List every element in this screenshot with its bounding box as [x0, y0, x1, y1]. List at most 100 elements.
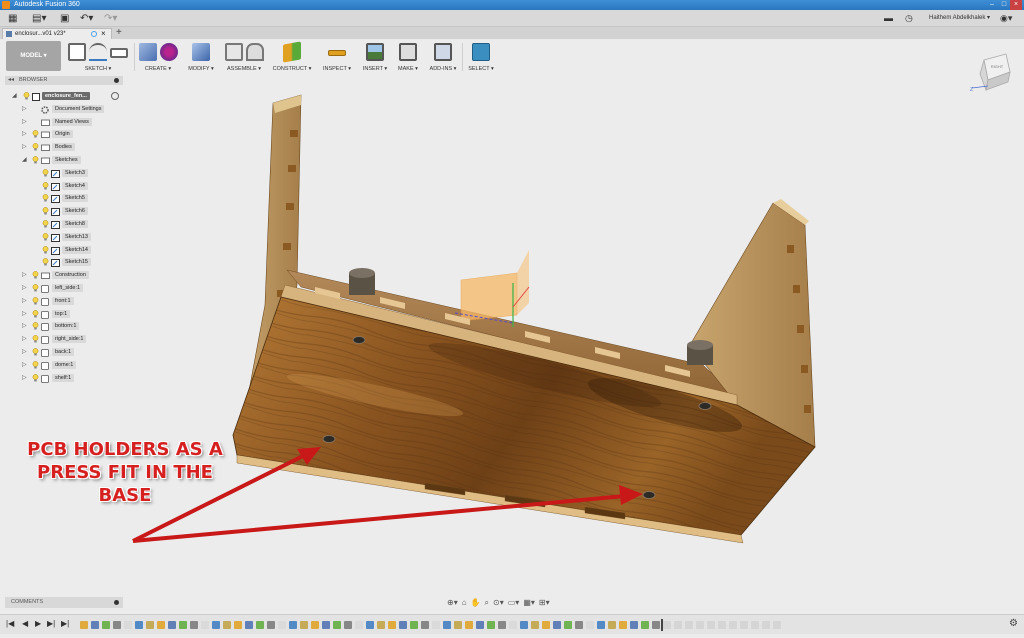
- job-status-icon[interactable]: ◷: [905, 12, 913, 25]
- user-account-menu[interactable]: Haithem Abdelkhalek ▾: [929, 12, 990, 25]
- look-at-icon[interactable]: ⌂: [462, 597, 467, 609]
- visibility-bulb-icon[interactable]: [32, 373, 39, 382]
- browser-item[interactable]: ▷ bottom:1: [22, 321, 122, 332]
- step-forward-icon[interactable]: ▶|: [47, 618, 55, 630]
- browser-item[interactable]: ▷ Named Views: [22, 117, 122, 127]
- browser-item[interactable]: ▷ top:1: [22, 309, 122, 319]
- timeline-feature-icon[interactable]: [366, 621, 374, 629]
- timeline-feature-icon[interactable]: [80, 621, 88, 629]
- line-tool-icon[interactable]: [89, 43, 107, 61]
- joint-icon[interactable]: [245, 43, 264, 61]
- visibility-bulb-icon[interactable]: [42, 207, 49, 215]
- modify-group[interactable]: MODIFY ▾: [184, 41, 218, 73]
- timeline-feature-icon[interactable]: [355, 621, 363, 629]
- pan-icon[interactable]: ✋: [471, 597, 481, 609]
- timeline-feature-icon[interactable]: [168, 621, 176, 629]
- browser-panel-header[interactable]: ◂◂ BROWSER: [5, 76, 123, 85]
- visibility-bulb-icon[interactable]: [32, 156, 39, 164]
- construction-plane[interactable]: [454, 250, 530, 327]
- timeline-feature-icon[interactable]: [663, 621, 671, 629]
- timeline-feature-icon[interactable]: [707, 621, 715, 629]
- browser-item[interactable]: Sketch13: [38, 232, 138, 242]
- timeline-feature-icon[interactable]: [718, 621, 726, 629]
- minimize-icon[interactable]: –: [986, 0, 998, 10]
- rectangle-tool-icon[interactable]: [110, 48, 128, 58]
- comments-panel-header[interactable]: COMMENTS: [5, 597, 123, 608]
- visibility-bulb-icon[interactable]: [32, 360, 39, 369]
- go-to-end-icon[interactable]: ▶|: [61, 618, 69, 630]
- timeline-feature-icon[interactable]: [245, 621, 253, 629]
- 3d-print-icon[interactable]: [399, 43, 417, 61]
- construct-group[interactable]: CONSTRUCT ▾: [270, 41, 314, 73]
- select-group[interactable]: SELECT ▾: [464, 41, 498, 73]
- timeline-feature-icon[interactable]: [487, 621, 495, 629]
- browser-item[interactable]: Sketch6: [38, 206, 138, 217]
- pcb-standoff-right[interactable]: [687, 340, 713, 365]
- timeline-feature-icon[interactable]: [531, 621, 539, 629]
- timeline-feature-icon[interactable]: [443, 621, 451, 629]
- timeline-feature-icon[interactable]: [608, 621, 616, 629]
- browser-item[interactable]: ▷ right_side:1: [22, 334, 122, 345]
- notifications-icon[interactable]: ▬: [884, 12, 893, 25]
- add-ins-group[interactable]: ADD-INS ▾: [426, 41, 460, 73]
- expand-arrow-icon[interactable]: ▷: [22, 321, 29, 331]
- panel-options-icon[interactable]: [114, 78, 119, 83]
- expand-arrow-icon[interactable]: ▷: [22, 104, 29, 114]
- browser-item[interactable]: Sketch15: [38, 257, 138, 268]
- browser-item[interactable]: Sketch3: [38, 168, 138, 178]
- timeline-feature-icon[interactable]: [641, 621, 649, 629]
- play-icon[interactable]: ▶: [35, 618, 41, 630]
- timeline-feature-icon[interactable]: [432, 621, 440, 629]
- create-sketch-icon[interactable]: [68, 43, 86, 61]
- timeline-feature-icon[interactable]: [762, 621, 770, 629]
- create-group[interactable]: CREATE ▾: [136, 41, 180, 73]
- timeline-feature-icon[interactable]: [410, 621, 418, 629]
- browser-item[interactable]: ▷ front:1: [22, 296, 122, 306]
- timeline-features[interactable]: [80, 619, 800, 631]
- browser-item[interactable]: ▷ back:1: [22, 347, 122, 357]
- timeline-feature-icon[interactable]: [553, 621, 561, 629]
- press-pull-icon[interactable]: [192, 43, 210, 61]
- browser-item[interactable]: ▷ Construction: [22, 270, 122, 280]
- timeline-feature-icon[interactable]: [278, 621, 286, 629]
- timeline-feature-icon[interactable]: [388, 621, 396, 629]
- collapse-arrow-icon[interactable]: ◢: [12, 91, 19, 101]
- timeline-feature-icon[interactable]: [773, 621, 781, 629]
- timeline-feature-icon[interactable]: [212, 621, 220, 629]
- collapse-arrow-icon[interactable]: ◢: [22, 155, 29, 165]
- expand-arrow-icon[interactable]: ▷: [22, 309, 29, 319]
- browser-item[interactable]: ▷ Origin: [22, 129, 122, 139]
- timeline-feature-icon[interactable]: [190, 621, 198, 629]
- timeline-feature-icon[interactable]: [542, 621, 550, 629]
- visibility-bulb-icon[interactable]: [32, 348, 39, 356]
- document-tab[interactable]: enclosur...v01 v23* ×: [2, 28, 112, 39]
- display-settings-icon[interactable]: ▭▾: [508, 597, 520, 609]
- timeline-feature-icon[interactable]: [597, 621, 605, 629]
- browser-item[interactable]: Sketch4: [38, 181, 138, 191]
- visibility-bulb-icon[interactable]: [42, 194, 49, 202]
- timeline-feature-icon[interactable]: [289, 621, 297, 629]
- timeline-feature-icon[interactable]: [333, 621, 341, 629]
- timeline-feature-icon[interactable]: [157, 621, 165, 629]
- timeline-feature-icon[interactable]: [520, 621, 528, 629]
- timeline-feature-icon[interactable]: [124, 621, 132, 629]
- save-icon[interactable]: ▣: [60, 12, 69, 25]
- viewports-icon[interactable]: ⊞▾: [539, 597, 550, 609]
- expand-arrow-icon[interactable]: ▷: [22, 360, 29, 370]
- go-to-start-icon[interactable]: |◀: [6, 618, 14, 630]
- timeline-feature-icon[interactable]: [751, 621, 759, 629]
- timeline-feature-icon[interactable]: [234, 621, 242, 629]
- timeline-feature-icon[interactable]: [652, 621, 660, 629]
- scripts-addins-icon[interactable]: [434, 43, 452, 61]
- select-cursor-icon[interactable]: [472, 43, 490, 61]
- timeline-feature-icon[interactable]: [619, 621, 627, 629]
- zoom-icon[interactable]: ⌕: [485, 597, 489, 609]
- offset-plane-icon[interactable]: [283, 41, 301, 63]
- browser-item[interactable]: Sketch8: [38, 219, 138, 229]
- browser-item[interactable]: Sketch14: [38, 245, 138, 255]
- maximize-icon[interactable]: □: [998, 0, 1010, 10]
- activate-component-icon[interactable]: [111, 92, 119, 100]
- timeline-feature-icon[interactable]: [586, 621, 594, 629]
- timeline-settings-icon[interactable]: ⚙: [1009, 618, 1018, 629]
- browser-item[interactable]: ▷ shelf:1: [22, 373, 122, 383]
